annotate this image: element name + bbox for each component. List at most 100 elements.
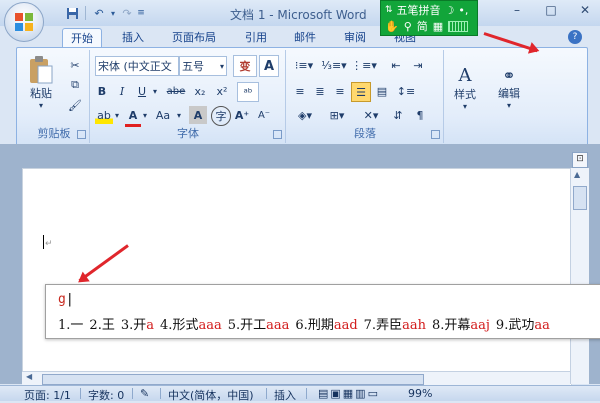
editing-button[interactable]: ⚭ 编辑 ▾ [493, 56, 525, 120]
styles-button[interactable]: A 样式 ▾ [449, 56, 481, 120]
asian-layout-icon[interactable]: ✕▾ [357, 106, 385, 124]
undo-icon[interactable]: ↶ [91, 5, 107, 21]
underline-dropdown-icon[interactable]: ▾ [151, 82, 159, 100]
superscript-button[interactable]: x² [213, 82, 231, 100]
candidate-item[interactable]: 9.武功aa [496, 318, 550, 333]
proofing-icon[interactable]: ✎ [140, 387, 149, 400]
clipboard-launcher-icon[interactable] [77, 130, 86, 139]
change-case-button[interactable]: Aa [153, 106, 173, 124]
tab-insert[interactable]: 插入 [114, 28, 152, 47]
font-name-select[interactable]: 宋体 (中文正文 [95, 56, 179, 76]
save-icon[interactable] [64, 5, 80, 21]
minimize-button[interactable]: – [500, 0, 534, 20]
copy-icon[interactable]: ⧉ [67, 76, 83, 94]
punctuation-icon[interactable]: •, [458, 4, 468, 17]
font-color-dropdown-icon[interactable]: ▾ [141, 106, 149, 124]
paragraph-launcher-icon[interactable] [431, 130, 440, 139]
candidate-item[interactable]: 8.开幕aaj [432, 318, 490, 333]
highlight-dropdown-icon[interactable]: ▾ [113, 106, 121, 124]
keyboard-icon[interactable] [448, 20, 469, 32]
ime-mode[interactable]: 简 [417, 18, 428, 34]
align-right-icon[interactable]: ≡ [331, 82, 349, 100]
candidate-text: 开工 [240, 318, 267, 333]
ime-toolbar[interactable]: ⇅ 五笔拼音 ☽ •, ✋ ⚲ 简 ▦ [380, 0, 478, 36]
bullets-icon[interactable]: ⁝≡▾ [291, 56, 317, 74]
candidate-item[interactable]: 6.刑期aad [295, 318, 357, 333]
change-case-dropdown-icon[interactable]: ▾ [175, 106, 183, 124]
borders-icon[interactable]: ⊞▾ [323, 106, 351, 124]
hand-icon[interactable]: ✋ [385, 20, 399, 33]
horizontal-scrollbar[interactable]: ◀ [22, 371, 570, 386]
undo-dropdown-icon[interactable]: ▾ [109, 5, 117, 21]
strikethrough-button[interactable]: abe [165, 82, 187, 100]
line-spacing-icon[interactable]: ↕≡ [395, 82, 417, 100]
search-icon[interactable]: ⚲ [404, 20, 412, 33]
moon-icon[interactable]: ☽ [445, 4, 455, 17]
bold-button[interactable]: B [95, 82, 109, 100]
skin-icon[interactable]: ▦ [433, 20, 443, 33]
status-bar: 页面: 1/1 字数: 0 ✎ 中文(简体，中国) 插入 ▤▣▦▥▭ 99% [0, 385, 600, 403]
decrease-indent-icon[interactable]: ⇤ [387, 56, 405, 74]
scroll-left-icon[interactable]: ◀ [26, 372, 32, 381]
maximize-button[interactable]: □ [534, 0, 568, 20]
font-size-select[interactable]: 五号 ▾ [179, 56, 227, 76]
help-icon[interactable]: ? [568, 30, 582, 44]
font-launcher-icon[interactable] [273, 130, 282, 139]
multilevel-list-icon[interactable]: ⋮≡▾ [351, 56, 377, 74]
tab-page-layout[interactable]: 页面布局 [164, 28, 224, 47]
justify-icon[interactable]: ☰ [351, 82, 371, 102]
align-center-icon[interactable]: ≣ [311, 82, 329, 100]
subscript-button[interactable]: x₂ [191, 82, 209, 100]
tab-mailings[interactable]: 邮件 [286, 28, 324, 47]
grow-font-icon[interactable]: A⁺ [233, 106, 251, 124]
shading-icon[interactable]: ◈▾ [291, 106, 319, 124]
candidate-item[interactable]: 4.形式aaa [160, 318, 222, 333]
phonetic-guide-button[interactable]: 变 [233, 55, 257, 77]
document-page[interactable]: ↵ [22, 168, 572, 386]
candidate-item[interactable]: 5.开工aaa [228, 318, 290, 333]
sort-icon[interactable]: ⇵ [389, 106, 407, 124]
phonetic-icon[interactable]: ᵃᵇ [237, 82, 259, 102]
tab-references[interactable]: 引用 [237, 28, 275, 47]
language-indicator[interactable]: 中文(简体，中国) [168, 387, 254, 403]
scroll-up-icon[interactable]: ▲ [574, 170, 580, 179]
ime-arrows-icon[interactable]: ⇅ [385, 5, 393, 15]
distributed-icon[interactable]: ▤ [373, 82, 391, 100]
candidate-item[interactable]: 3.开a [121, 318, 154, 333]
char-shading-button[interactable]: A [189, 106, 207, 124]
paste-button[interactable]: 粘贴 ▾ [23, 54, 59, 110]
redo-icon[interactable]: ↷ [119, 5, 135, 21]
font-color-button[interactable]: A [125, 106, 141, 127]
ime-name[interactable]: 五笔拼音 [397, 2, 441, 18]
shrink-font-icon[interactable]: A⁻ [255, 106, 273, 124]
horizontal-scroll-thumb[interactable] [42, 374, 424, 385]
candidate-item[interactable]: 7.弄臣aah [364, 318, 426, 333]
format-painter-icon[interactable]: 🖌 [67, 96, 83, 114]
vertical-scrollbar[interactable]: ▲ [570, 168, 589, 384]
page-count[interactable]: 页面: 1/1 [24, 387, 71, 403]
increase-indent-icon[interactable]: ⇥ [409, 56, 427, 74]
underline-button[interactable]: U [135, 82, 149, 100]
show-marks-icon[interactable]: ¶ [411, 106, 429, 124]
tab-home[interactable]: 开始 [62, 28, 102, 48]
tab-review[interactable]: 审阅 [336, 28, 374, 47]
align-left-icon[interactable]: ≡ [291, 82, 309, 100]
customize-icon[interactable]: ≡ [137, 5, 145, 21]
view-buttons[interactable]: ▤▣▦▥▭ [318, 387, 380, 400]
italic-button[interactable]: I [115, 82, 129, 100]
close-button[interactable]: ✕ [568, 0, 600, 20]
clear-format-button[interactable]: A [259, 55, 279, 77]
word-count[interactable]: 字数: 0 [88, 387, 124, 403]
office-button[interactable] [4, 2, 44, 42]
zoom-level[interactable]: 99% [408, 387, 432, 400]
candidate-item[interactable]: 1.一 [58, 318, 83, 333]
numbering-icon[interactable]: ⅓≡▾ [321, 56, 347, 74]
insert-mode[interactable]: 插入 [274, 387, 296, 403]
enclose-char-button[interactable]: 字 [211, 106, 231, 126]
vertical-scroll-thumb[interactable] [573, 186, 587, 210]
status-separator [80, 388, 81, 399]
candidate-item[interactable]: 2.王 [89, 318, 114, 333]
highlight-button[interactable]: ab [95, 106, 113, 124]
view-ruler-icon[interactable]: ⊡ [572, 152, 588, 168]
cut-icon[interactable]: ✂ [67, 56, 83, 74]
